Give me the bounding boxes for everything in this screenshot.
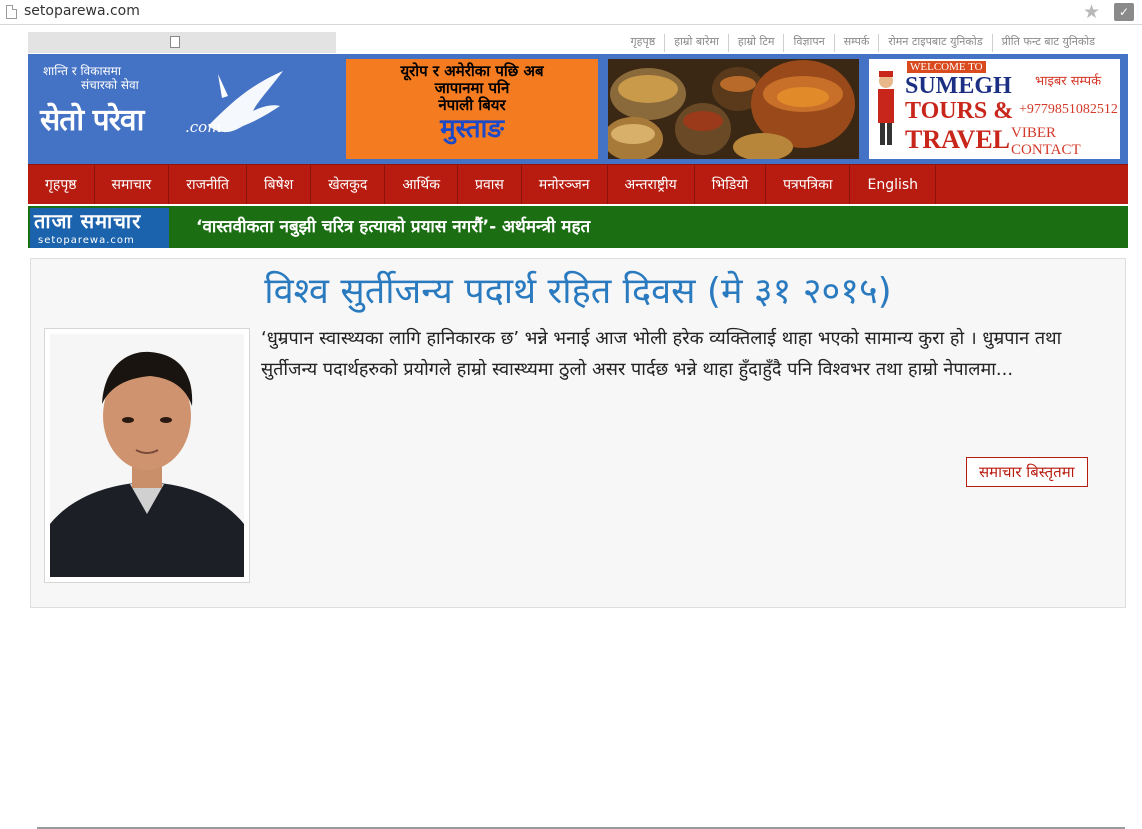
print-icon[interactable] xyxy=(170,36,180,48)
browser-address-bar: setoparewa.com ★ ✓ xyxy=(0,0,1142,25)
toplink-home[interactable]: गृहपृष्ठ xyxy=(621,34,664,52)
toplink-advertise[interactable]: विज्ञापन xyxy=(783,34,833,52)
featured-article: विश्व सुर्तीजन्य पदार्थ रहित दिवस (मे ३१… xyxy=(30,258,1126,829)
logo-tagline: शान्ति र विकासमा संचारको सेवा xyxy=(43,64,139,92)
traveler-figure-icon xyxy=(878,71,894,145)
dove-icon xyxy=(208,71,283,133)
nav-item-english[interactable]: English xyxy=(850,165,937,204)
nav-item-news[interactable]: समाचार xyxy=(95,165,170,204)
nav-item-entertainment[interactable]: मनोरञ्जन xyxy=(522,165,608,204)
breaking-news-bar: ताजा समाचार setoparewa.com ‘वास्तवीकता न… xyxy=(28,206,1128,248)
ad-spices-image[interactable] xyxy=(608,59,859,159)
main-nav: गृहपृष्ठ समाचार राजनीति बिषेश खेलकुद आर्… xyxy=(28,164,1128,204)
nav-item-sports[interactable]: खेलकुद xyxy=(311,165,386,204)
nav-item-diaspora[interactable]: प्रवास xyxy=(458,165,522,204)
nav-item-newspapers[interactable]: पत्रपत्रिका xyxy=(766,165,851,204)
read-more-button[interactable]: समाचार बिस्तृतमा xyxy=(966,457,1088,487)
page-icon xyxy=(6,5,17,19)
top-links: गृहपृष्ठ हाम्रो बारेमा हाम्रो टिम विज्ञा… xyxy=(621,34,1104,52)
article-excerpt: ‘धुम्रपान स्वास्थ्यका लागि हानिकारक छ’ भ… xyxy=(261,328,1062,380)
header-banner: शान्ति र विकासमा संचारको सेवा सेतो परेवा… xyxy=(28,54,1128,164)
article-photo[interactable] xyxy=(44,328,250,583)
toplink-team[interactable]: हाम्रो टिम xyxy=(727,34,784,52)
toplink-roman-unicode[interactable]: रोमन टाइपबाट युनिकोड xyxy=(878,34,991,52)
nav-item-special[interactable]: बिषेश xyxy=(247,165,312,204)
ad-mustang-beer[interactable]: यूरोप र अमेरीका पछि अब जापानमा पनि नेपाल… xyxy=(346,59,598,159)
nav-item-video[interactable]: भिडियो xyxy=(695,165,767,204)
nav-item-home[interactable]: गृहपृष्ठ xyxy=(28,165,95,204)
page-container: गृहपृष्ठ हाम्रो बारेमा हाम्रो टिम विज्ञा… xyxy=(28,32,1128,829)
portrait-image xyxy=(50,334,244,577)
site-logo[interactable]: सेतो परेवा xyxy=(40,98,144,139)
breaking-headline[interactable]: ‘वास्तवीकता नबुझी चरित्र हत्याको प्रयास … xyxy=(196,214,590,237)
nav-item-politics[interactable]: राजनीति xyxy=(169,165,247,204)
spices-image xyxy=(608,59,859,159)
extension-icon[interactable]: ✓ xyxy=(1114,3,1134,21)
url-field[interactable]: setoparewa.com xyxy=(24,3,140,19)
print-tab xyxy=(28,32,336,53)
nav-item-international[interactable]: अन्तराष्ट्रीय xyxy=(608,165,695,204)
author-photo xyxy=(50,334,244,577)
nav-item-economy[interactable]: आर्थिक xyxy=(385,165,458,204)
article-title[interactable]: विश्व सुर्तीजन्य पदार्थ रहित दिवस (मे ३१… xyxy=(31,265,1125,314)
toplink-contact[interactable]: सम्पर्क xyxy=(833,34,879,52)
toplink-preeti-unicode[interactable]: प्रीति फन्ट बाट युनिकोड xyxy=(991,34,1104,52)
toplink-about[interactable]: हाम्रो बारेमा xyxy=(664,34,728,52)
bookmark-star-icon[interactable]: ★ xyxy=(1083,1,1100,23)
breaking-news-label: ताजा समाचार setoparewa.com xyxy=(30,208,169,248)
ad-sumegh-tours[interactable]: WELCOME TO SUMEGH TOURS & TRAVEL भाइबर स… xyxy=(869,59,1120,159)
